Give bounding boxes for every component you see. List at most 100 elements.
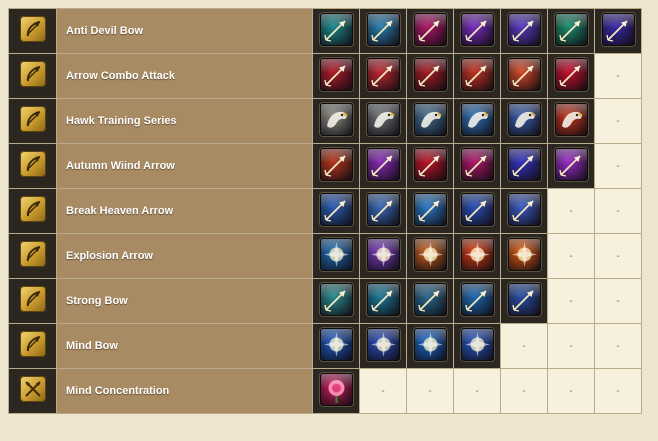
empty-cell: - [547,323,595,369]
arrow-skill-icon[interactable] [413,193,447,226]
arrow-skill-icon[interactable] [366,193,400,226]
arrow-skill-icon[interactable] [554,148,588,181]
arrow-skill-icon[interactable] [507,148,541,181]
arrow-skill-icon[interactable] [366,148,400,181]
empty-cell: - [359,368,407,414]
skill-cell [453,143,501,189]
arrow-skill-icon[interactable] [413,283,447,316]
burst-skill-icon[interactable] [366,328,400,361]
skill-group-name: Hawk Training Series [56,98,313,144]
skill-cell [312,143,360,189]
hawk-skill-icon[interactable] [413,103,447,136]
empty-cell: - [547,188,595,234]
skill-cell [453,188,501,234]
burst-skill-icon[interactable] [366,238,400,271]
arrow-skill-icon[interactable] [460,148,494,181]
category-cell [8,368,57,414]
skill-cell [312,188,360,234]
bow-category-icon [19,150,46,177]
burst-skill-icon[interactable] [460,238,494,271]
skill-cell [406,323,454,369]
arrow-skill-icon[interactable] [601,13,635,46]
arrow-skill-icon[interactable] [366,58,400,91]
burst-skill-icon[interactable] [413,328,447,361]
arrow-skill-icon[interactable] [413,58,447,91]
arrow-skill-icon[interactable] [460,193,494,226]
skill-row: Autumn Wiind Arrow - [8,143,642,189]
rose-skill-icon[interactable] [319,373,353,406]
empty-cell: - [594,323,642,369]
empty-cell: - [547,278,595,324]
burst-skill-icon[interactable] [319,328,353,361]
arrow-skill-icon[interactable] [507,58,541,91]
empty-cell: - [594,188,642,234]
skill-row: Arrow Combo Attack - [8,53,642,99]
empty-cell: - [594,278,642,324]
skill-cell [359,323,407,369]
skill-cell [406,233,454,279]
skill-group-name: Autumn Wiind Arrow [56,143,313,189]
skill-cell [453,53,501,99]
category-cell [8,278,57,324]
arrow-skill-icon[interactable] [319,148,353,181]
burst-skill-icon[interactable] [507,238,541,271]
skill-row: Mind Bow - - - [8,323,642,369]
empty-cell: - [500,323,548,369]
hawk-skill-icon[interactable] [319,103,353,136]
category-cell [8,143,57,189]
hawk-skill-icon[interactable] [507,103,541,136]
skill-group-name: Explosion Arrow [56,233,313,279]
arrow-skill-icon[interactable] [319,193,353,226]
arrow-skill-icon[interactable] [460,58,494,91]
hawk-skill-icon[interactable] [460,103,494,136]
arrow-skill-icon[interactable] [507,193,541,226]
arrow-skill-icon[interactable] [319,13,353,46]
skill-cell [547,98,595,144]
skill-cell [594,8,642,54]
arrow-skill-icon[interactable] [319,58,353,91]
category-cell [8,233,57,279]
skill-cell [359,278,407,324]
burst-skill-icon[interactable] [460,328,494,361]
skill-cell [359,53,407,99]
arrow-skill-icon[interactable] [366,283,400,316]
bow-category-icon [19,195,46,222]
arrow-skill-icon[interactable] [413,148,447,181]
skill-cell [547,8,595,54]
arrow-skill-icon[interactable] [319,283,353,316]
burst-skill-icon[interactable] [413,238,447,271]
hawk-skill-icon[interactable] [554,103,588,136]
skill-cell [500,143,548,189]
skill-row: Anti Devil Bow [8,8,642,54]
arrow-skill-icon[interactable] [366,13,400,46]
skill-cell [359,8,407,54]
skill-cell [312,323,360,369]
empty-cell: - [594,233,642,279]
skill-group-name: Strong Bow [56,278,313,324]
arrow-skill-icon[interactable] [413,13,447,46]
hawk-skill-icon[interactable] [366,103,400,136]
empty-cell: - [547,368,595,414]
arrow-skill-icon[interactable] [554,58,588,91]
arrow-skill-icon[interactable] [507,283,541,316]
skill-cell [312,98,360,144]
bow-category-icon [19,15,46,42]
arrow-skill-icon[interactable] [460,13,494,46]
skill-group-name: Anti Devil Bow [56,8,313,54]
skill-row: Strong Bow - - [8,278,642,324]
skill-cell [500,53,548,99]
empty-cell: - [594,143,642,189]
arrow-skill-icon[interactable] [460,283,494,316]
skill-cell [547,53,595,99]
skill-cell [453,233,501,279]
skill-group-name: Break Heaven Arrow [56,188,313,234]
arrow-skill-icon[interactable] [507,13,541,46]
skill-cell [406,8,454,54]
skill-cell [500,8,548,54]
burst-skill-icon[interactable] [319,238,353,271]
category-cell [8,98,57,144]
skill-row: Break Heaven Arrow - - [8,188,642,234]
arrow-skill-icon[interactable] [554,13,588,46]
skill-cell [312,53,360,99]
skill-cell [406,188,454,234]
